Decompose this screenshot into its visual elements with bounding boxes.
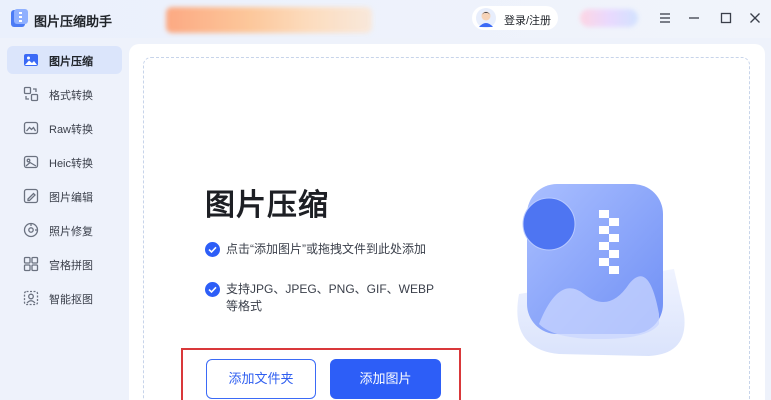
sidebar-item-label: Heic转换 — [49, 158, 94, 170]
sidebar-item-label: 图片编辑 — [49, 192, 93, 204]
sidebar-item-label: 宫格拼图 — [49, 260, 93, 272]
feature-text: 支持JPG、JPEG、PNG、GIF、WEBP等格式 — [226, 282, 435, 313]
vip-badge[interactable] — [580, 9, 638, 27]
sidebar-item-label: 照片修复 — [49, 226, 93, 238]
sidebar-item-image-compress[interactable]: 图片压缩 — [7, 46, 122, 74]
login-button[interactable]: 登录/注册 — [472, 6, 558, 30]
main-panel: 图片压缩 点击“添加图片”或拖拽文件到此处添加 支持JPG、JPEG、PNG、G… — [129, 44, 765, 400]
image-edit-icon — [23, 188, 39, 204]
heic-icon — [23, 154, 39, 170]
sidebar-item-heic[interactable]: Heic转换 — [7, 148, 122, 176]
check-circle-icon — [205, 282, 220, 297]
add-image-button[interactable]: 添加图片 — [330, 359, 441, 399]
minimize-icon[interactable] — [686, 10, 702, 26]
title-bar: 图片压缩助手 登录/注册 — [0, 0, 771, 38]
app-title: 图片压缩助手 — [34, 14, 113, 29]
app-logo-icon — [10, 9, 28, 28]
format-convert-icon — [23, 86, 39, 102]
maximize-icon[interactable] — [718, 10, 734, 26]
page-title: 图片压缩 — [205, 189, 329, 222]
sidebar-item-format-convert[interactable]: 格式转换 — [7, 80, 122, 108]
sidebar-item-raw[interactable]: Raw转换 — [7, 114, 122, 142]
sidebar-item-grid-collage[interactable]: 宫格拼图 — [7, 250, 122, 278]
sidebar-item-label: 智能抠图 — [49, 294, 93, 306]
login-label: 登录/注册 — [504, 15, 552, 27]
sidebar-item-image-edit[interactable]: 图片编辑 — [7, 182, 122, 210]
sidebar-item-label: 图片压缩 — [49, 56, 93, 68]
image-compress-icon — [23, 52, 39, 68]
feature-item: 支持JPG、JPEG、PNG、GIF、WEBP等格式 — [205, 281, 465, 317]
feature-item: 点击“添加图片”或拖拽文件到此处添加 — [205, 241, 465, 261]
raw-icon — [23, 120, 39, 136]
avatar-icon — [475, 7, 497, 29]
check-circle-icon — [205, 242, 220, 257]
sidebar-item-label: Raw转换 — [49, 124, 94, 136]
close-icon[interactable] — [747, 10, 763, 26]
photo-repair-icon — [23, 222, 39, 238]
compress-illustration — [499, 174, 699, 374]
sidebar: 图片压缩 格式转换 Raw转换 Heic转换 图片编辑 照片修复 宫格拼图 智能… — [0, 38, 128, 400]
promo-banner[interactable] — [166, 7, 372, 33]
feature-text: 点击“添加图片”或拖拽文件到此处添加 — [226, 242, 426, 256]
grid-collage-icon — [23, 256, 39, 272]
sidebar-item-photo-repair[interactable]: 照片修复 — [7, 216, 122, 244]
menu-icon[interactable] — [657, 10, 673, 26]
add-folder-button[interactable]: 添加文件夹 — [206, 359, 316, 399]
sidebar-item-smart-cutout[interactable]: 智能抠图 — [7, 284, 122, 312]
smart-cutout-icon — [23, 290, 39, 306]
sidebar-item-label: 格式转换 — [49, 90, 93, 102]
